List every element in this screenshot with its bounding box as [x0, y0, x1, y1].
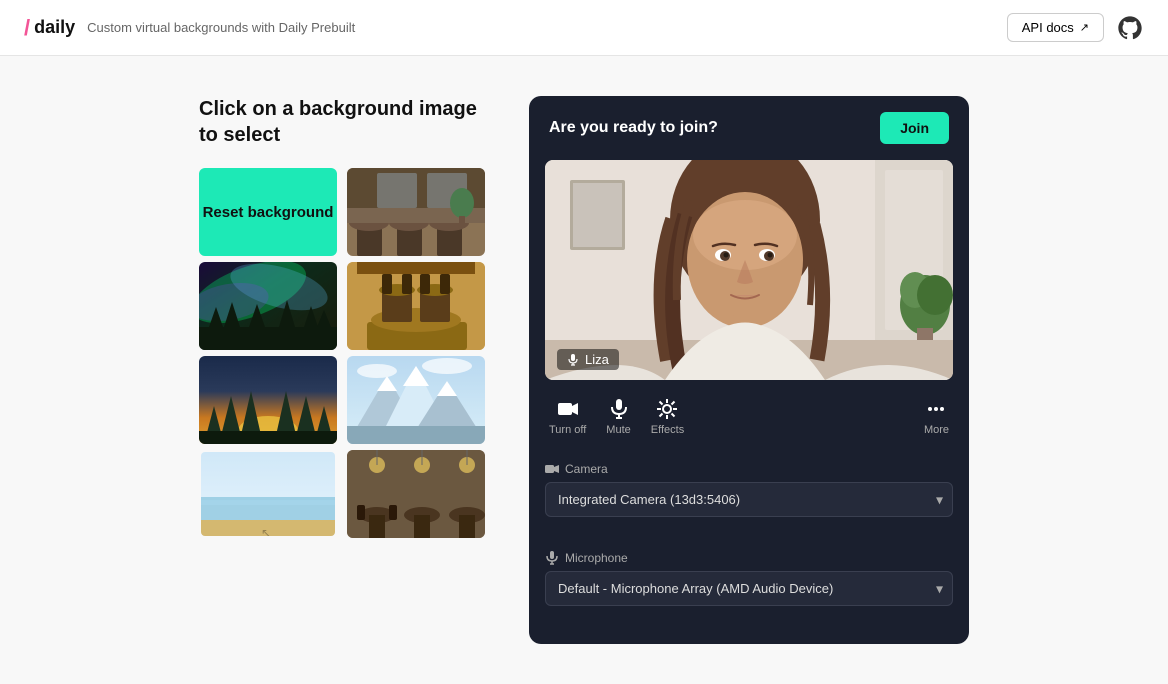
left-panel: Click on a background image to select Re… — [199, 96, 489, 538]
github-icon[interactable] — [1116, 14, 1144, 42]
camera-label-icon — [545, 462, 559, 476]
more-button[interactable]: More — [914, 392, 959, 442]
participant-name: Liza — [585, 352, 609, 367]
camera-control-button[interactable]: Turn off — [539, 392, 596, 442]
effects-label: Effects — [651, 424, 684, 436]
video-feed — [545, 160, 953, 380]
forest-thumbnail — [199, 356, 337, 444]
video-camera-icon — [557, 398, 579, 420]
api-docs-button[interactable]: API docs ↗ — [1007, 13, 1104, 42]
background-cafe[interactable] — [347, 168, 485, 256]
beach-thumbnail: ↖ — [201, 452, 337, 538]
background-mountains[interactable] — [347, 356, 485, 444]
api-docs-label: API docs — [1022, 20, 1074, 35]
microphone-control-icon — [608, 398, 630, 420]
join-button[interactable]: Join — [880, 112, 949, 144]
microphone-select-wrapper: Default - Microphone Array (AMD Audio De… — [545, 571, 953, 606]
microphone-icon — [567, 354, 579, 366]
mute-button[interactable]: Mute — [596, 392, 640, 442]
panel-title: Click on a background image to select — [199, 96, 489, 148]
camera-section: Camera Integrated Camera (13d3:5406) ▾ — [529, 446, 969, 535]
participant-name-tag: Liza — [557, 349, 619, 370]
background-dining[interactable] — [347, 262, 485, 350]
more-icon — [925, 398, 947, 420]
background-grid: Reset background — [199, 168, 489, 538]
camera-select[interactable]: Integrated Camera (13d3:5406) — [545, 482, 953, 517]
join-bar: Are you ready to join? Join — [529, 96, 969, 160]
header: /daily Custom virtual backgrounds with D… — [0, 0, 1168, 56]
background-beach[interactable]: ↖ — [199, 450, 337, 538]
video-call-panel: Are you ready to join? Join — [529, 96, 969, 644]
aurora-thumbnail — [199, 262, 337, 350]
microphone-section: Microphone Default - Microphone Array (A… — [529, 535, 969, 624]
mute-label: Mute — [606, 424, 630, 436]
microphone-label-text: Microphone — [565, 551, 628, 565]
camera-control-label: Turn off — [549, 424, 586, 436]
header-subtitle: Custom virtual backgrounds with Daily Pr… — [87, 20, 355, 35]
mountains-thumbnail — [347, 356, 485, 444]
microphone-label-icon — [545, 551, 559, 565]
call-controls: Turn off Mute — [529, 380, 969, 446]
reset-background-button[interactable]: Reset background — [199, 168, 337, 256]
header-right: API docs ↗ — [1007, 13, 1144, 42]
camera-label: Camera — [545, 462, 953, 476]
join-text: Are you ready to join? — [549, 119, 718, 137]
reset-background-label: Reset background — [203, 204, 334, 221]
effects-icon — [656, 398, 678, 420]
restaurant-thumbnail — [347, 450, 485, 538]
more-label: More — [924, 424, 949, 436]
background-aurora[interactable] — [199, 262, 337, 350]
external-link-icon: ↗ — [1080, 21, 1089, 34]
microphone-select[interactable]: Default - Microphone Array (AMD Audio De… — [545, 571, 953, 606]
main-content: Click on a background image to select Re… — [0, 56, 1168, 684]
video-preview: Liza — [545, 160, 953, 380]
logo-text: daily — [34, 17, 75, 38]
background-restaurant[interactable] — [347, 450, 485, 538]
logo: /daily — [24, 15, 75, 41]
cafe-thumbnail — [347, 168, 485, 256]
background-forest[interactable] — [199, 356, 337, 444]
camera-label-text: Camera — [565, 462, 608, 476]
logo-slash: / — [24, 15, 30, 41]
camera-select-wrapper: Integrated Camera (13d3:5406) ▾ — [545, 482, 953, 517]
dining-thumbnail — [347, 262, 485, 350]
svg-text:↖: ↖ — [261, 526, 271, 538]
effects-button[interactable]: Effects — [641, 392, 694, 442]
header-left: /daily Custom virtual backgrounds with D… — [24, 15, 355, 41]
microphone-label: Microphone — [545, 551, 953, 565]
